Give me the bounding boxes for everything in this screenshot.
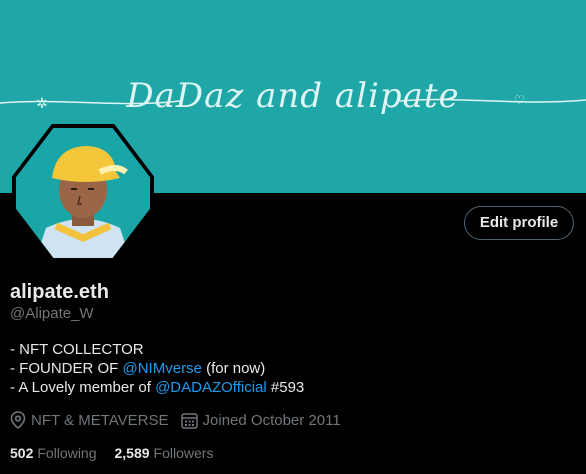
bio-line-3: - A Lovely member of @DADAZOfficial #593 [10, 378, 304, 397]
user-handle: @Alipate_W [10, 305, 94, 322]
followers-count: 2,589 [114, 445, 150, 461]
edit-profile-button[interactable]: Edit profile [464, 206, 574, 240]
profile-meta: NFT & METAVERSE Joined October 2011 [10, 411, 353, 429]
mention-dadazofficial[interactable]: @DADAZOfficial [155, 379, 267, 396]
followers-label: Followers [153, 445, 214, 461]
location: NFT & METAVERSE [10, 411, 169, 429]
following-label: Following [37, 445, 97, 461]
bio-line-3-suffix: #593 [266, 379, 305, 396]
mention-nimverse[interactable]: @NIMverse [123, 360, 202, 377]
banner-text: DaDaz and alipate [126, 76, 460, 116]
bio-line-3-prefix: - A Lovely member of [10, 379, 156, 396]
bio: - NFT COLLECTOR - FOUNDER OF @NIMverse (… [10, 340, 304, 397]
bio-line-2-prefix: - FOUNDER OF [10, 360, 123, 377]
avatar-image [16, 128, 150, 258]
location-text: NFT & METAVERSE [31, 411, 169, 429]
following-link[interactable]: 502 Following [10, 445, 97, 461]
calendar-icon [180, 412, 198, 429]
display-name: alipate.eth [10, 281, 109, 303]
following-count: 502 [10, 445, 34, 461]
join-date-text: Joined October 2011 [202, 411, 341, 429]
followers-link[interactable]: 2,589 Followers [115, 445, 214, 461]
join-date: Joined October 2011 [180, 411, 341, 429]
bio-line-2-suffix: (for now) [201, 360, 266, 377]
bio-line-1: - NFT COLLECTOR [10, 341, 144, 358]
bio-line-2: - FOUNDER OF @NIMverse (for now) [10, 359, 304, 378]
follow-stats: 502 Following 2,589 Followers [10, 445, 231, 461]
location-pin-icon [10, 411, 26, 429]
